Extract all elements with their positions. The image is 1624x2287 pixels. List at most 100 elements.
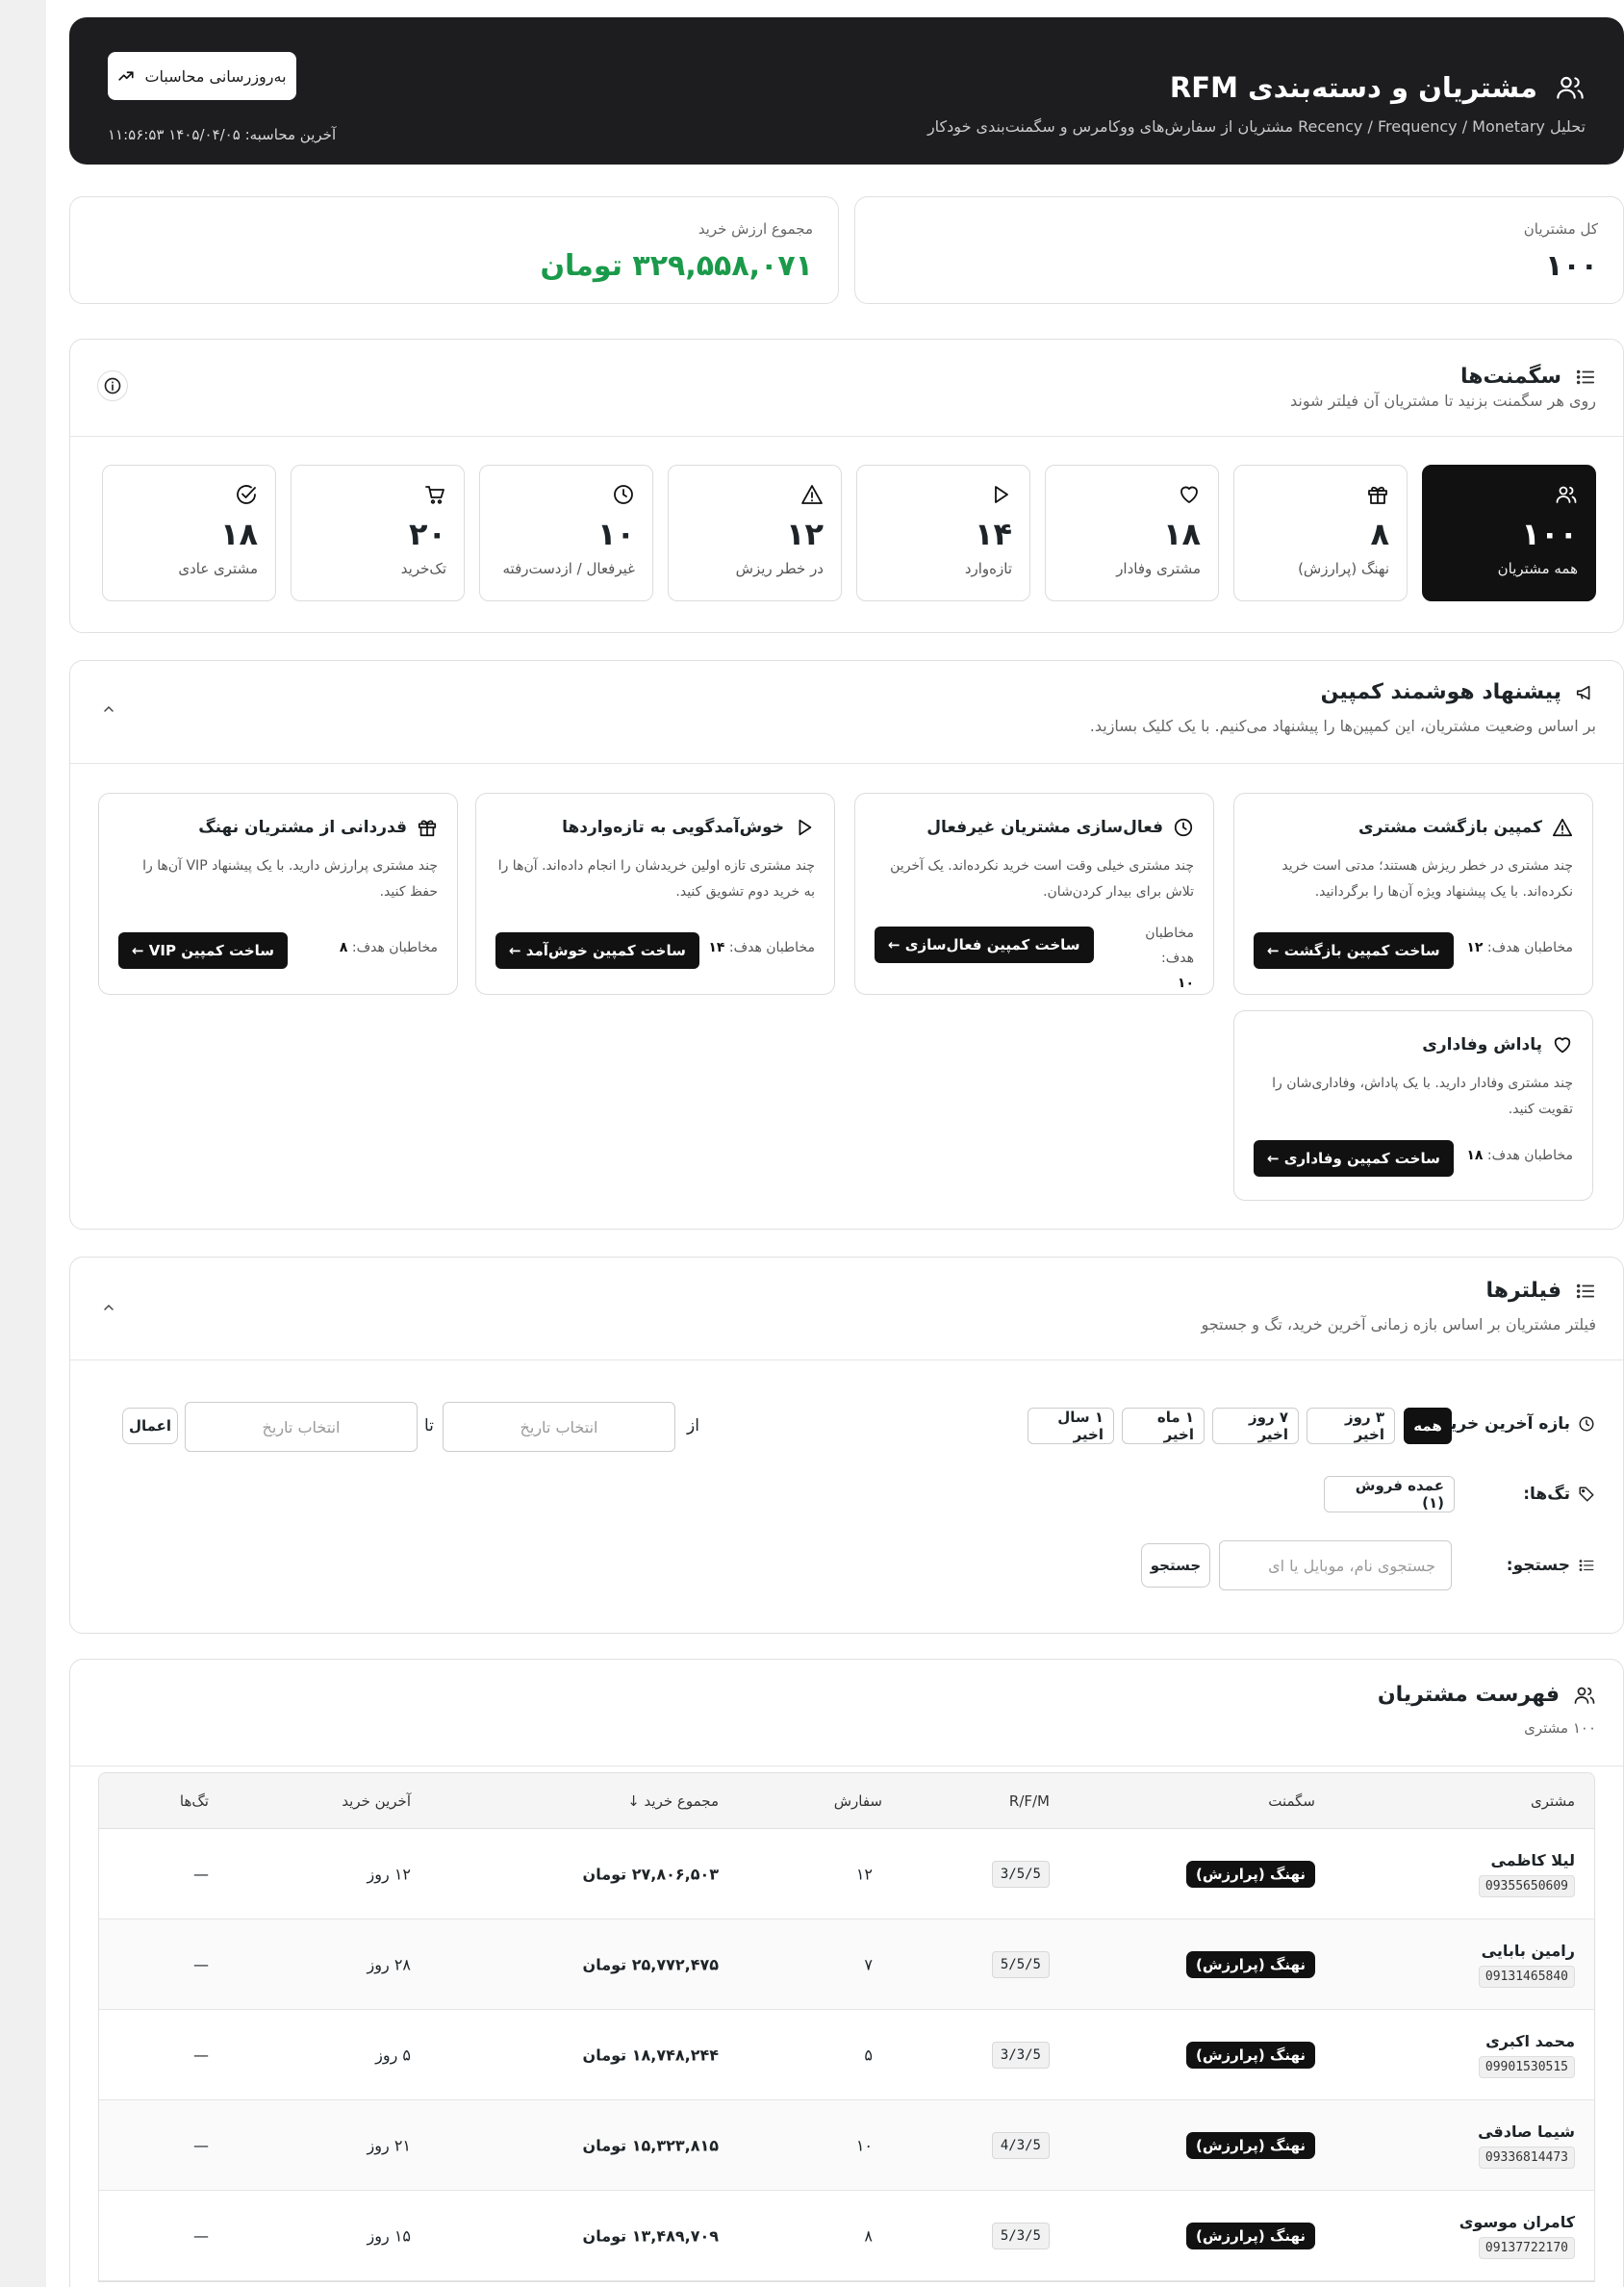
campaign-title: کمپین بازگشت مشتری — [1358, 817, 1573, 838]
campaign-audience: مخاطبان هدف: ۸ — [340, 940, 438, 955]
table-row[interactable]: رامین بابایی 09131465840 نهنگ (پرارزش) 5/5/… — [99, 1919, 1594, 2010]
rfm-page: مشتریان و دسته‌بندی RFM تحلیل Recency / … — [46, 0, 1624, 2287]
search-button[interactable]: جستجو — [1141, 1543, 1210, 1588]
segment-count: ۱۲ — [785, 516, 824, 552]
tag-chip[interactable]: عمده فروش (۱) — [1324, 1476, 1455, 1512]
range-label-text: بازه آخرین خرید: — [1434, 1414, 1570, 1434]
segment-badge: نهنگ (پرارزش) — [1185, 1860, 1315, 1888]
create-welcome-campaign-button[interactable]: ساخت کمپین خوش‌آمد ← — [495, 932, 699, 969]
segment-at-risk[interactable]: ۱۲ در خطر ریزش — [668, 465, 842, 601]
range-1year-chip[interactable]: ۱ سال اخیر — [1028, 1408, 1114, 1444]
campaign-title: خوش‌آمدگویی به تازه‌واردها — [562, 817, 815, 838]
info-button[interactable] — [97, 370, 128, 401]
segment-loyal[interactable]: ۱۸ مشتری وفادار — [1045, 465, 1219, 601]
last-calc-time: آخرین محاسبه: ۱۴۰۵/۰۴/۰۵ ۱۱:۵۶:۵۳ — [108, 126, 337, 143]
segment-label: همه مشتریان — [1497, 560, 1578, 577]
col-segment[interactable]: سگمنت — [1268, 1792, 1315, 1810]
customer-name[interactable]: کامران موسوی — [1459, 2213, 1575, 2231]
campaign-card-winback: کمپین بازگشت مشتری چند مشتری در خطر ریزش… — [1233, 793, 1593, 995]
col-orders[interactable]: سفارش — [834, 1792, 882, 1810]
orders-count: ۱۲ — [855, 1865, 873, 1883]
range-3days-chip[interactable]: ۳ روز اخیر — [1307, 1408, 1395, 1444]
table-row[interactable]: کامران موسوی 09137722170 نهنگ (پرارزش) 5/3/… — [99, 2191, 1594, 2281]
page-title: مشتریان و دسته‌بندی RFM — [1170, 71, 1586, 104]
chevron-up-icon — [104, 705, 114, 712]
create-winback-campaign-button[interactable]: ساخت کمپین بازگشت ← — [1254, 932, 1454, 969]
create-vip-campaign-button[interactable]: ساخت کمپین VIP ← — [118, 932, 289, 969]
date-to-input[interactable]: انتخاب تاریخ — [185, 1402, 418, 1452]
campaign-desc: چند مشتری پرارزش دارید. با یک پیشنهاد VI… — [142, 858, 438, 900]
segment-all[interactable]: ۱۰۰ همه مشتریان — [1422, 465, 1596, 601]
date-from-input[interactable]: انتخاب تاریخ — [443, 1402, 675, 1452]
last-purchase: ۱۲ روز — [367, 1865, 411, 1883]
total-purchase: ۱۸,۷۴۸,۲۴۴ تومان — [582, 2046, 719, 2064]
check-circle-icon — [235, 483, 258, 506]
segments-title: سگمنت‌ها — [1460, 365, 1561, 389]
segment-count: ۲۰ — [408, 516, 446, 552]
range-label: بازه آخرین خرید: — [1434, 1414, 1595, 1434]
table-row[interactable]: محمد اکبری 09901530515 نهنگ (پرارزش) 3/3/5 ۵… — [99, 2010, 1594, 2100]
rfm-score: 5/5/5 — [991, 1950, 1050, 1978]
range-all-chip[interactable]: همه — [1404, 1408, 1452, 1444]
collapse-filters-button[interactable] — [97, 1296, 120, 1319]
stat-label: مجموع ارزش خرید — [698, 220, 813, 238]
col-last-purchase[interactable]: آخرین خرید — [342, 1792, 411, 1810]
customer-name[interactable]: رامین بابایی — [1479, 1942, 1575, 1960]
col-tags[interactable]: تگ‌ها — [180, 1792, 209, 1810]
apply-button[interactable]: اعمال — [122, 1408, 178, 1444]
create-loyalty-campaign-button[interactable]: ساخت کمپین وفاداری ← — [1254, 1140, 1454, 1177]
create-reactivate-campaign-button[interactable]: ساخت کمپین فعال‌سازی ← — [875, 927, 1094, 963]
segment-label: مشتری وفادار — [1116, 560, 1201, 577]
segment-count: ۸ — [1370, 516, 1389, 552]
campaign-card-reactivate: فعال‌سازی مشتریان غیرفعال چند مشتری خیلی… — [854, 793, 1214, 995]
customer-name[interactable]: شیما صادقی — [1478, 2122, 1575, 2141]
segment-label: مشتری عادی — [178, 560, 258, 577]
segment-inactive[interactable]: ۱۰ غیرفعال / ازدست‌رفته — [479, 465, 653, 601]
search-input[interactable]: جستجوی نام، موبایل یا ای — [1219, 1540, 1452, 1590]
segment-new[interactable]: ۱۴ تازه‌وارد — [856, 465, 1030, 601]
audience-count: ۸ — [339, 940, 348, 955]
audience-label: مخاطبان هدف: — [1145, 926, 1194, 966]
refresh-button[interactable]: به‌روزرسانی محاسبات — [108, 52, 296, 100]
filters-subtitle: فیلتر مشتریان بر اساس بازه زمانی آخرین خ… — [1201, 1315, 1596, 1334]
segment-count: ۱۴ — [974, 516, 1012, 552]
customers-heading: فهرست مشتریان — [1378, 1683, 1596, 1707]
range-1month-chip[interactable]: ۱ ماه اخیر — [1122, 1408, 1205, 1444]
page-title-text: مشتریان و دسته‌بندی RFM — [1169, 71, 1537, 104]
customers-count: ۱۰۰ مشتری — [1524, 1719, 1596, 1737]
campaign-title-text: پاداش وفاداری — [1422, 1035, 1542, 1055]
campaign-desc: چند مشتری خیلی وقت است خرید نکرده‌اند. ی… — [890, 858, 1194, 900]
campaign-audience: مخاطبان هدف: ۱۸ — [1466, 1148, 1573, 1163]
stat-total-customers: کل مشتریان ۱۰۰ — [854, 196, 1624, 304]
audience-label: مخاطبان هدف: — [1486, 940, 1573, 955]
segment-whale[interactable]: ۸ نهنگ (پرارزش) — [1233, 465, 1408, 601]
rfm-score: 3/5/5 — [991, 1860, 1050, 1888]
play-icon — [794, 817, 815, 838]
audience-count: ۱۸ — [1466, 1148, 1484, 1163]
customer-name[interactable]: لیلا کاظمی — [1479, 1851, 1575, 1869]
table-row[interactable]: لیلا کاظمی 09355650609 نهنگ (پرارزش) 3/5/5 ۱… — [99, 1829, 1594, 1919]
customer-name[interactable]: محمد اکبری — [1479, 2032, 1575, 2050]
campaign-audience: مخاطبان هدف: ۱۴ — [708, 940, 815, 955]
table-row[interactable]: شیما صادقی 09336814473 نهنگ (پرارزش) 4/3/5 ۱… — [99, 2100, 1594, 2191]
collapse-campaigns-button[interactable] — [97, 698, 120, 721]
customers-table: مشتری سگمنت R/F/M سفارش مجموع خرید ↓ آخر… — [98, 1772, 1595, 2282]
range-7days-chip[interactable]: ۷ روز اخیر — [1212, 1408, 1299, 1444]
orders-count: ۵ — [864, 2046, 873, 2064]
segment-count: ۱۰۰ — [1521, 516, 1578, 552]
segment-regular[interactable]: ۱۸ مشتری عادی — [102, 465, 276, 601]
col-rfm[interactable]: R/F/M — [1009, 1792, 1050, 1810]
col-customer[interactable]: مشتری — [1531, 1792, 1575, 1810]
stat-total-value: مجموع ارزش خرید ۳۲۹,۵۵۸,۰۷۱ تومان — [69, 196, 839, 304]
audience-count: ۱۲ — [1466, 940, 1484, 955]
last-purchase: ۲۱ روز — [367, 2136, 411, 2154]
audience-label: مخاطبان هدف: — [728, 940, 815, 955]
segment-one-time[interactable]: ۲۰ تک‌خرید — [291, 465, 465, 601]
campaign-audience: مخاطبان هدف: ۱۰ — [1117, 921, 1194, 996]
list-icon — [1578, 1557, 1595, 1574]
campaign-title-text: خوش‌آمدگویی به تازه‌واردها — [562, 818, 784, 837]
campaign-desc: چند مشتری تازه اولین خریدشان را انجام دا… — [497, 858, 815, 900]
col-total[interactable]: مجموع خرید ↓ — [627, 1792, 719, 1810]
segment-count: ۱۸ — [219, 516, 258, 552]
to-label: تا — [424, 1416, 434, 1436]
